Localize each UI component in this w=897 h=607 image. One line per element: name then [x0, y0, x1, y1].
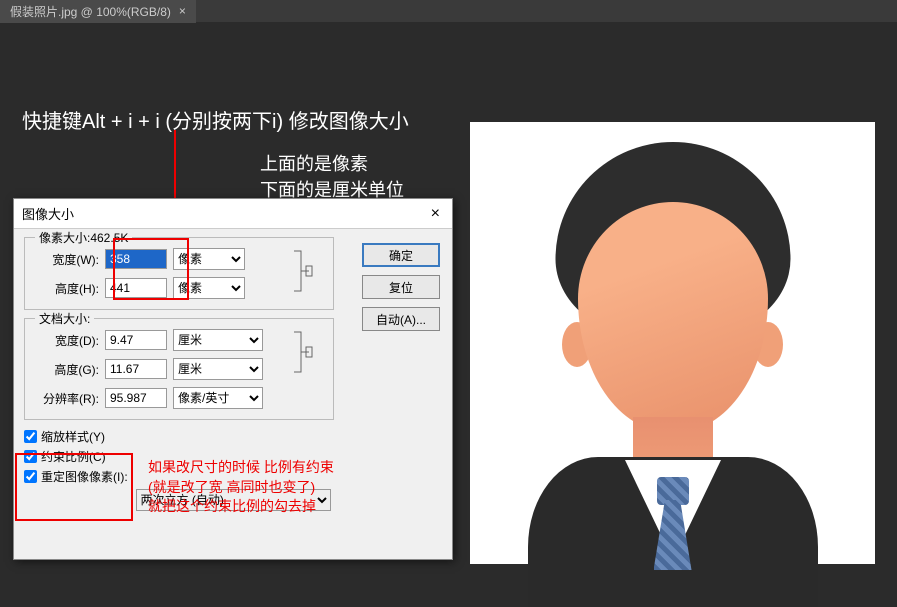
dheight-label: 高度(G): — [41, 361, 99, 378]
dwidth-label: 宽度(D): — [41, 332, 99, 349]
reset-button[interactable]: 复位 — [362, 275, 440, 299]
tab-bar: 假装照片.jpg @ 100%(RGB/8) × — [0, 0, 897, 22]
dwidth-unit-select[interactable]: 厘米 — [173, 329, 263, 351]
dialog-title: 图像大小 — [22, 204, 74, 223]
height-unit-select[interactable]: 像素 — [173, 277, 245, 299]
canvas-image — [470, 122, 875, 564]
doc-legend: 文档大小: — [35, 310, 94, 327]
scale-styles-checkbox[interactable] — [24, 430, 37, 443]
document-tab[interactable]: 假装照片.jpg @ 100%(RGB/8) × — [0, 0, 196, 23]
dialog-titlebar: 图像大小 × — [14, 199, 452, 229]
auto-button[interactable]: 自动(A)... — [362, 307, 440, 331]
constrain-checkbox[interactable] — [24, 450, 37, 463]
resample-checkbox[interactable] — [24, 470, 37, 483]
width-unit-select[interactable]: 像素 — [173, 248, 245, 270]
annotation-title: 快捷键Alt + i + i (分别按两下i) 修改图像大小 — [22, 105, 409, 134]
red-line2: (就是改了宽 高同时也变了) — [148, 478, 334, 498]
red-line1: 如果改尺寸的时候 比例有约束 — [148, 458, 334, 478]
res-input[interactable] — [105, 388, 167, 408]
link-icon — [289, 327, 313, 377]
height-label: 高度(H): — [41, 280, 99, 297]
width-label: 宽度(W): — [41, 251, 99, 268]
close-icon[interactable]: × — [179, 4, 186, 18]
cb2-label: 约束比例(C) — [41, 448, 106, 465]
tab-label: 假装照片.jpg @ 100%(RGB/8) — [10, 3, 171, 20]
annotation-top1: 上面的是像素 — [260, 150, 404, 176]
cb3-label: 重定图像像素(I): — [41, 468, 128, 485]
annotation-red-text: 如果改尺寸的时候 比例有约束 (就是改了宽 高同时也变了) 就把这个约束比例的勾… — [148, 458, 334, 517]
dheight-unit-select[interactable]: 厘米 — [173, 358, 263, 380]
portrait-face — [578, 202, 768, 432]
cb1-label: 缩放样式(Y) — [41, 428, 105, 445]
annotation-top: 上面的是像素 下面的是厘米单位 — [260, 150, 404, 202]
height-input[interactable] — [105, 278, 167, 298]
ok-button[interactable]: 确定 — [362, 243, 440, 267]
res-label: 分辨率(R): — [41, 390, 99, 407]
res-unit-select[interactable]: 像素/英寸 — [173, 387, 263, 409]
dwidth-input[interactable] — [105, 330, 167, 350]
pixel-legend: 像素大小:462.5K — [35, 229, 132, 246]
button-column: 确定 复位 自动(A)... — [362, 243, 440, 331]
close-icon[interactable]: × — [427, 205, 444, 223]
dheight-input[interactable] — [105, 359, 167, 379]
width-input[interactable] — [105, 249, 167, 269]
link-icon — [289, 246, 313, 296]
red-line3: 就把这个约束比例的勾去掉 — [148, 497, 334, 517]
